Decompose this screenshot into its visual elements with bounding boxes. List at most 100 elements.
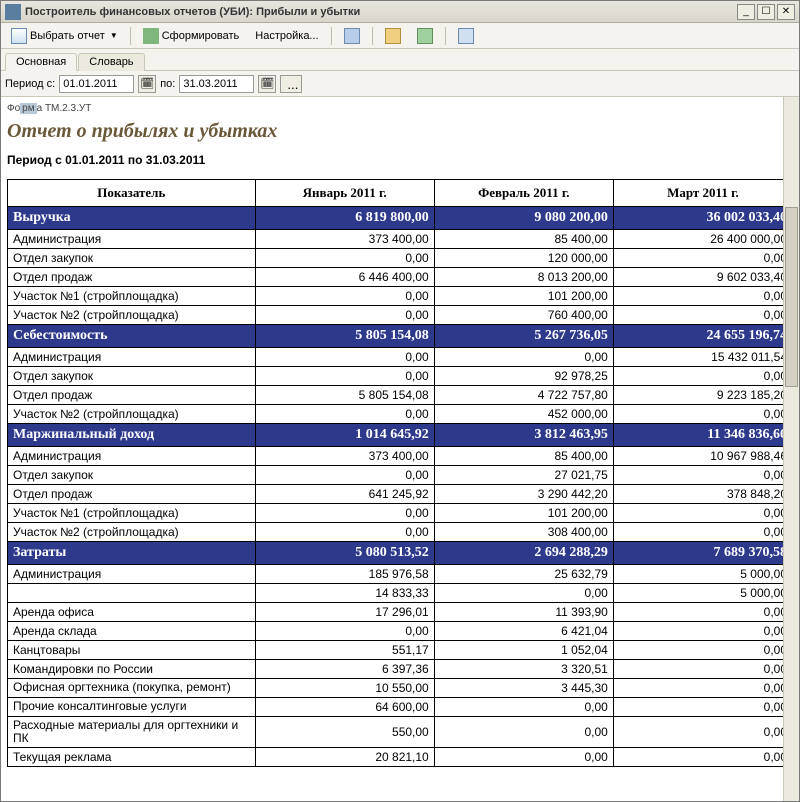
tab-dictionary[interactable]: Словарь xyxy=(78,53,144,71)
table-row: Участок №2 (стройплощадка)0,00308 400,00… xyxy=(8,523,793,542)
period-from-input[interactable] xyxy=(59,75,134,93)
row-label: Администрация xyxy=(8,348,256,367)
table-row: Отдел продаж641 245,923 290 442,20378 84… xyxy=(8,485,793,504)
row-label: Участок №1 (стройплощадка) xyxy=(8,287,256,306)
period-to-input[interactable] xyxy=(179,75,254,93)
table-row: Отдел закупок0,00120 000,000,00 xyxy=(8,249,793,268)
form-button[interactable]: Сформировать xyxy=(137,25,246,47)
subrow-value: 0,00 xyxy=(613,679,792,698)
subrow-value: 0,00 xyxy=(613,660,792,679)
row-value: 0,00 xyxy=(613,367,792,386)
form-label: Сформировать xyxy=(162,30,240,42)
section-value: 24 655 196,74 xyxy=(613,325,792,348)
row-value: 6 446 400,00 xyxy=(255,268,434,287)
row-value: 5 000,00 xyxy=(613,565,792,584)
row-value: 0,00 xyxy=(613,405,792,424)
table-subrow: Текущая реклама20 821,100,000,00 xyxy=(8,748,793,767)
subrow-value: 551,17 xyxy=(255,641,434,660)
row-label: Отдел закупок xyxy=(8,367,256,386)
subrow-label: Аренда офиса xyxy=(8,603,256,622)
subrow-value: 20 821,10 xyxy=(255,748,434,767)
row-value: 120 000,00 xyxy=(434,249,613,268)
row-value: 0,00 xyxy=(255,405,434,424)
app-icon xyxy=(5,4,21,20)
table-row: Отдел продаж5 805 154,084 722 757,809 22… xyxy=(8,386,793,405)
section-value: 5 267 736,05 xyxy=(434,325,613,348)
select-report-button[interactable]: Выбрать отчет ▼ xyxy=(5,25,124,47)
subrow-label: Аренда склада xyxy=(8,622,256,641)
row-label: Отдел продаж xyxy=(8,268,256,287)
row-label: Администрация xyxy=(8,447,256,466)
row-value: 92 978,25 xyxy=(434,367,613,386)
section-value: 5 080 513,52 xyxy=(255,542,434,565)
row-value: 0,00 xyxy=(255,367,434,386)
row-value: 3 290 442,20 xyxy=(434,485,613,504)
period-to-calendar[interactable]: 🗓 xyxy=(258,75,276,93)
section-name: Себестоимость xyxy=(8,325,256,348)
row-value: 373 400,00 xyxy=(255,230,434,249)
subrow-value: 0,00 xyxy=(613,698,792,717)
row-value: 378 848,20 xyxy=(613,485,792,504)
row-value: 308 400,00 xyxy=(434,523,613,542)
row-value: 0,00 xyxy=(613,249,792,268)
row-value: 185 976,58 xyxy=(255,565,434,584)
table-subrow: Канцтовары551,171 052,040,00 xyxy=(8,641,793,660)
subrow-value: 14 833,33 xyxy=(255,584,434,603)
maximize-button[interactable]: ☐ xyxy=(757,4,775,20)
report-icon xyxy=(11,28,27,44)
section-row: Выручка6 819 800,009 080 200,0036 002 03… xyxy=(8,207,793,230)
period-from-calendar[interactable]: 🗓 xyxy=(138,75,156,93)
refresh-button[interactable] xyxy=(452,25,480,47)
period-more-button[interactable]: ... xyxy=(280,75,302,93)
section-value: 11 346 836,66 xyxy=(613,424,792,447)
row-label: Администрация xyxy=(8,230,256,249)
subrow-value: 6 421,04 xyxy=(434,622,613,641)
scrollbar-thumb[interactable] xyxy=(785,207,798,387)
subrow-value: 6 397,36 xyxy=(255,660,434,679)
row-value: 85 400,00 xyxy=(434,230,613,249)
subrow-value: 0,00 xyxy=(434,584,613,603)
toolbar-separator xyxy=(130,27,131,45)
table-row: Отдел закупок0,0092 978,250,00 xyxy=(8,367,793,386)
row-value: 0,00 xyxy=(255,348,434,367)
settings-button[interactable]: Настройка... xyxy=(249,27,324,45)
section-row: Себестоимость5 805 154,085 267 736,0524 … xyxy=(8,325,793,348)
row-value: 760 400,00 xyxy=(434,306,613,325)
toolbar-separator xyxy=(445,27,446,45)
table-row: Отдел продаж6 446 400,008 013 200,009 60… xyxy=(8,268,793,287)
row-value: 10 967 988,46 xyxy=(613,447,792,466)
row-label: Участок №2 (стройплощадка) xyxy=(8,523,256,542)
period-to-label: по: xyxy=(160,78,175,90)
save-button[interactable] xyxy=(411,25,439,47)
settings-label: Настройка... xyxy=(255,30,318,42)
row-value: 25 632,79 xyxy=(434,565,613,584)
row-value: 8 013 200,00 xyxy=(434,268,613,287)
report-title: Отчет о прибылях и убытках xyxy=(7,120,793,143)
subrow-label: Командировки по России xyxy=(8,660,256,679)
report-area: Форма ТМ.2.3.УТ Отчет о прибылях и убытк… xyxy=(1,97,799,801)
period-from-label: Период с: xyxy=(5,78,55,90)
row-value: 5 805 154,08 xyxy=(255,386,434,405)
col-feb: Февраль 2011 г. xyxy=(434,180,613,207)
subrow-label: Прочие консалтинговые услуги xyxy=(8,698,256,717)
row-value: 0,00 xyxy=(255,504,434,523)
table-row: Участок №1 (стройплощадка)0,00101 200,00… xyxy=(8,287,793,306)
period-bar: Период с: 🗓 по: 🗓 ... xyxy=(1,71,799,97)
table-subrow: Командировки по России6 397,363 320,510,… xyxy=(8,660,793,679)
subrow-label: Канцтовары xyxy=(8,641,256,660)
minimize-button[interactable]: _ xyxy=(737,4,755,20)
section-value: 36 002 033,40 xyxy=(613,207,792,230)
chevron-down-icon: ▼ xyxy=(110,31,118,40)
form-id: Форма ТМ.2.3.УТ xyxy=(7,103,793,114)
vertical-scrollbar[interactable] xyxy=(783,97,799,801)
copy-button[interactable] xyxy=(338,25,366,47)
table-row: Участок №2 (стройплощадка)0,00760 400,00… xyxy=(8,306,793,325)
close-button[interactable]: ✕ xyxy=(777,4,795,20)
row-value: 0,00 xyxy=(255,523,434,542)
subrow-value: 0,00 xyxy=(255,622,434,641)
subrow-value: 0,00 xyxy=(613,748,792,767)
tab-main[interactable]: Основная xyxy=(5,53,77,71)
subrow-value: 3 320,51 xyxy=(434,660,613,679)
row-value: 0,00 xyxy=(613,523,792,542)
export-button[interactable] xyxy=(379,25,407,47)
